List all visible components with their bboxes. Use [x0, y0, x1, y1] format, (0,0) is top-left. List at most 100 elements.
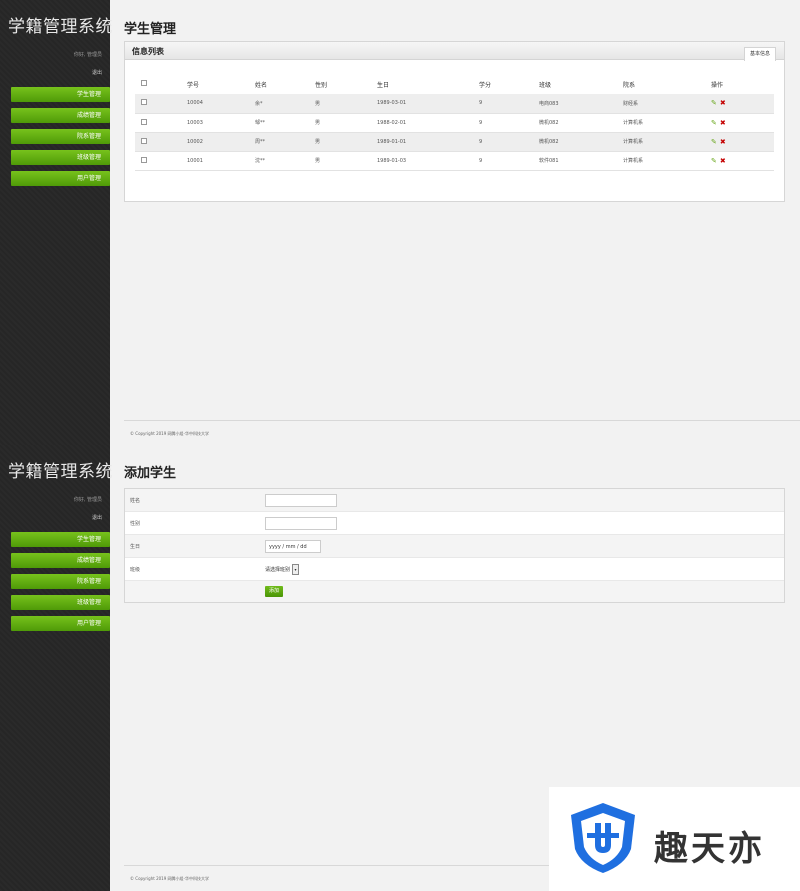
table-row: 10001 沈** 男 1989-01-03 9 软件081 计算机系 ✎ ✖	[135, 151, 774, 170]
delete-icon[interactable]: ✖	[720, 99, 726, 107]
table-row: 10003 邹** 男 1988-02-01 9 微机082 计算机系 ✎ ✖	[135, 113, 774, 132]
watermark: 趣天亦	[549, 787, 800, 891]
shield-logo-icon	[571, 803, 635, 873]
student-list-screen: 学籍管理系统 你好, 管理员 退出 学生管理 成绩管理 院系管理 班级管理 用户…	[0, 0, 800, 445]
panel-header: 信息列表 基本信息	[125, 42, 784, 61]
edit-icon[interactable]: ✎	[711, 119, 717, 127]
logout-link[interactable]: 退出	[0, 514, 110, 521]
sidebar: 学籍管理系统 你好, 管理员 退出 学生管理 成绩管理 院系管理 班级管理 用户…	[0, 445, 113, 891]
edit-icon[interactable]: ✎	[711, 138, 717, 146]
cell-class: 微机082	[539, 120, 559, 126]
cell-gender: 男	[315, 120, 321, 126]
column-header: 学分	[479, 81, 492, 89]
panel-title: 信息列表	[132, 47, 164, 56]
page-title: 学生管理	[124, 22, 177, 37]
info-list-panel: 信息列表 基本信息 学号 姓名 性别 生日 学分 班级 院系 操作 10004 …	[124, 41, 785, 202]
column-header: 班级	[539, 81, 552, 89]
table-header-row: 学号 姓名 性别 生日 学分 班级 院系 操作	[135, 74, 774, 94]
cell-id: 10001	[187, 157, 203, 164]
sidebar-item-classes[interactable]: 班级管理	[11, 150, 110, 165]
column-header: 学号	[187, 81, 200, 89]
delete-icon[interactable]: ✖	[720, 157, 726, 165]
cell-credits: 9	[479, 119, 483, 126]
cell-id: 10003	[187, 119, 203, 126]
cell-dept: 计算机系	[623, 158, 644, 164]
cell-name: 余*	[255, 100, 263, 107]
sidebar-item-users[interactable]: 用户管理	[11, 616, 110, 631]
form-row-class: 班级 请选择班别 ▾	[125, 558, 784, 581]
column-header: 操作	[711, 81, 724, 89]
edit-icon[interactable]: ✎	[711, 157, 717, 165]
cell-name: 周**	[255, 139, 266, 145]
row-checkbox[interactable]	[141, 156, 147, 163]
row-checkbox[interactable]	[141, 137, 147, 144]
main-content: 添加学生 姓名 性别 生日 yyyy / mm / dd 班级 请选择班别 ▾	[124, 445, 785, 603]
table-row: 10002 周** 男 1989-01-01 9 微机082 计算机系 ✎ ✖	[135, 132, 774, 151]
greeting-text: 你好, 管理员	[73, 497, 102, 503]
form-row-birthday: 生日 yyyy / mm / dd	[125, 535, 784, 558]
cell-birthday: 1988-02-01	[377, 119, 407, 126]
cell-id: 10004	[187, 100, 203, 107]
cell-gender: 男	[315, 100, 321, 107]
name-input[interactable]	[265, 493, 337, 507]
sidebar-nav: 学生管理 成绩管理 院系管理 班级管理 用户管理	[0, 87, 110, 186]
sidebar-item-grades[interactable]: 成绩管理	[11, 108, 110, 123]
sidebar-item-students[interactable]: 学生管理	[11, 532, 110, 547]
add-student-form: 姓名 性别 生日 yyyy / mm / dd 班级 请选择班别 ▾ 添加	[124, 488, 785, 603]
form-row-submit: 添加	[125, 581, 784, 602]
sidebar-item-users[interactable]: 用户管理	[11, 171, 110, 186]
cell-dept: 计算机系	[623, 120, 644, 126]
tab-basic-info[interactable]: 基本信息	[743, 47, 776, 61]
cell-name: 邹**	[255, 120, 266, 126]
sidebar-item-classes[interactable]: 班级管理	[11, 595, 110, 610]
cell-birthday: 1989-01-01	[377, 138, 407, 145]
form-row-gender: 性别	[125, 512, 784, 535]
sidebar-item-students[interactable]: 学生管理	[11, 87, 110, 102]
cell-credits: 9	[479, 100, 483, 107]
column-header: 姓名	[255, 81, 268, 89]
name-label: 姓名	[130, 497, 141, 504]
delete-icon[interactable]: ✖	[720, 119, 726, 127]
column-header: 性别	[315, 81, 328, 89]
class-label: 班级	[130, 566, 141, 573]
cell-gender: 男	[315, 158, 321, 164]
row-checkbox[interactable]	[141, 118, 147, 125]
main-content: 学生管理 信息列表 基本信息 学号 姓名 性别 生日 学分 班级 院系 操作 1…	[124, 0, 785, 202]
table-row: 10004 余* 男 1989-03-01 9 电商083 财经系 ✎ ✖	[135, 94, 774, 113]
gender-input[interactable]	[265, 516, 337, 530]
chevron-down-icon[interactable]: ▾	[292, 563, 300, 575]
form-row-name: 姓名	[125, 489, 784, 512]
watermark-text: 趣天亦	[654, 829, 765, 869]
select-all-checkbox[interactable]	[141, 80, 147, 86]
column-header: 院系	[623, 81, 636, 89]
sidebar-item-departments[interactable]: 院系管理	[11, 574, 110, 589]
cell-birthday: 1989-03-01	[377, 100, 407, 107]
cell-class: 微机082	[539, 139, 559, 145]
column-header: 生日	[377, 81, 390, 89]
cell-id: 10002	[187, 138, 203, 145]
delete-icon[interactable]: ✖	[720, 138, 726, 146]
cell-birthday: 1989-01-03	[377, 157, 407, 164]
cell-dept: 财经系	[623, 100, 639, 107]
page-title: 添加学生	[124, 466, 177, 481]
cell-class: 软件081	[539, 158, 559, 164]
sidebar-item-grades[interactable]: 成绩管理	[11, 553, 110, 568]
cell-credits: 9	[479, 138, 483, 145]
edit-icon[interactable]: ✎	[711, 99, 717, 107]
student-table: 学号 姓名 性别 生日 学分 班级 院系 操作 10004 余* 男 1989-…	[135, 74, 774, 171]
sidebar-nav: 学生管理 成绩管理 院系管理 班级管理 用户管理	[0, 532, 110, 631]
sidebar-item-departments[interactable]: 院系管理	[11, 129, 110, 144]
birthday-date-input[interactable]: yyyy / mm / dd	[265, 539, 321, 553]
class-select[interactable]: 请选择班别 ▾	[265, 563, 300, 576]
cell-credits: 9	[479, 157, 483, 164]
logout-link[interactable]: 退出	[0, 69, 110, 76]
footer: © Copyright 2019 网腾小组-华中科技大学	[124, 420, 800, 445]
sidebar: 学籍管理系统 你好, 管理员 退出 学生管理 成绩管理 院系管理 班级管理 用户…	[0, 0, 113, 445]
add-button[interactable]: 添加	[265, 586, 284, 597]
row-checkbox[interactable]	[141, 99, 147, 106]
birthday-label: 生日	[130, 543, 141, 550]
cell-class: 电商083	[539, 100, 559, 107]
greeting-text: 你好, 管理员	[73, 52, 102, 58]
app-brand: 学籍管理系统	[8, 17, 113, 37]
app-brand: 学籍管理系统	[8, 462, 113, 482]
